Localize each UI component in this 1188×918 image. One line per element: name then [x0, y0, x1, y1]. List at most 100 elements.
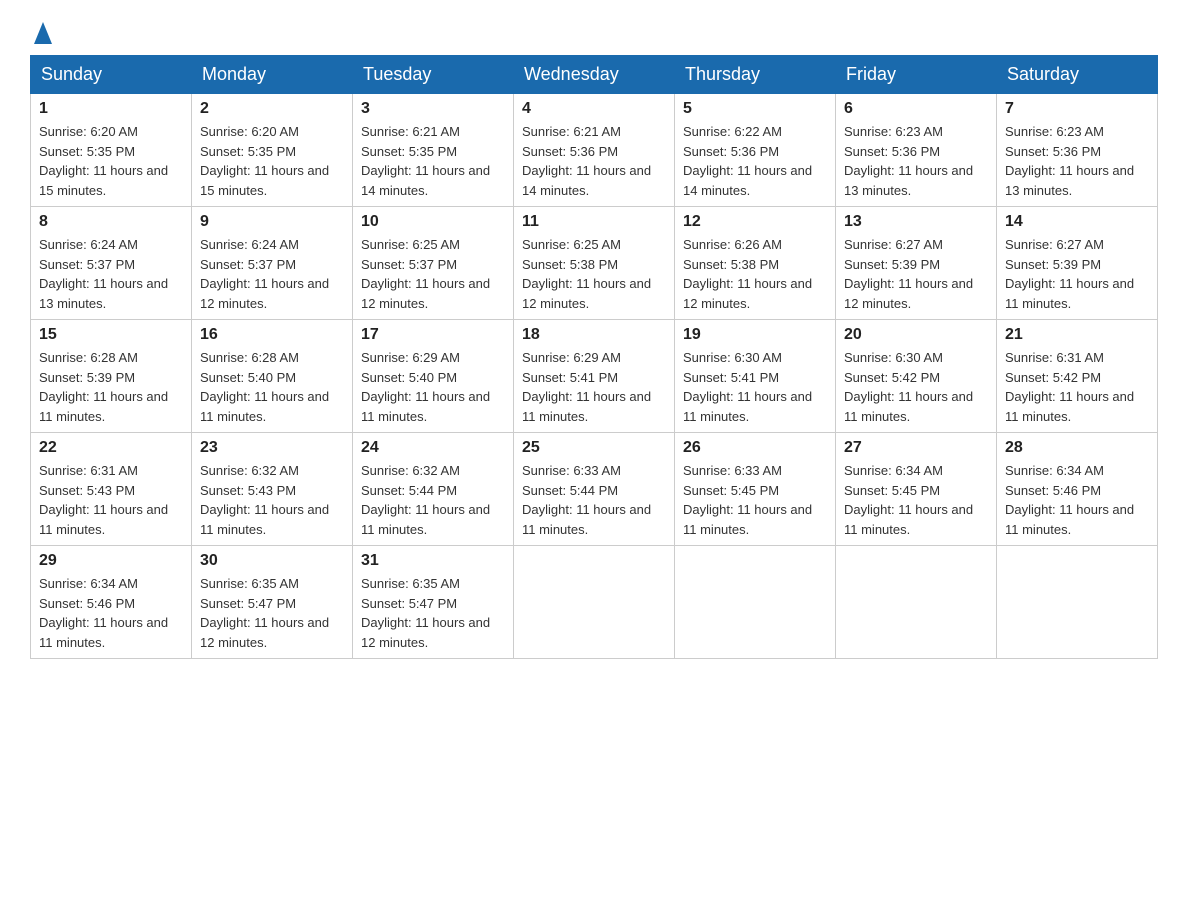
sunset-label: Sunset: — [200, 144, 244, 159]
daylight-label: Daylight: — [200, 276, 251, 291]
sunset-label: Sunset: — [683, 483, 727, 498]
sunrise-label: Sunrise: — [39, 350, 87, 365]
day-number: 26 — [683, 439, 827, 457]
column-header-sunday: Sunday — [31, 56, 192, 94]
day-info: Sunrise: 6:24 AM Sunset: 5:37 PM Dayligh… — [39, 235, 183, 313]
sunrise-label: Sunrise: — [683, 350, 731, 365]
day-number: 2 — [200, 100, 344, 118]
sunset-label: Sunset: — [683, 257, 727, 272]
day-info: Sunrise: 6:29 AM Sunset: 5:41 PM Dayligh… — [522, 348, 666, 426]
sunset-label: Sunset: — [200, 483, 244, 498]
sunrise-label: Sunrise: — [844, 124, 892, 139]
column-header-thursday: Thursday — [675, 56, 836, 94]
daylight-label: Daylight: — [1005, 163, 1056, 178]
day-number: 24 — [361, 439, 505, 457]
daylight-label: Daylight: — [361, 502, 412, 517]
sunrise-label: Sunrise: — [361, 237, 409, 252]
sunrise-label: Sunrise: — [39, 576, 87, 591]
calendar-cell: 27 Sunrise: 6:34 AM Sunset: 5:45 PM Dayl… — [836, 433, 997, 546]
day-number: 15 — [39, 326, 183, 344]
week-row-5: 29 Sunrise: 6:34 AM Sunset: 5:46 PM Dayl… — [31, 546, 1158, 659]
day-info: Sunrise: 6:21 AM Sunset: 5:36 PM Dayligh… — [522, 122, 666, 200]
calendar-cell: 21 Sunrise: 6:31 AM Sunset: 5:42 PM Dayl… — [997, 320, 1158, 433]
calendar-cell: 1 Sunrise: 6:20 AM Sunset: 5:35 PM Dayli… — [31, 94, 192, 207]
sunset-label: Sunset: — [522, 144, 566, 159]
day-number: 13 — [844, 213, 988, 231]
sunrise-label: Sunrise: — [683, 124, 731, 139]
sunrise-label: Sunrise: — [39, 237, 87, 252]
daylight-label: Daylight: — [683, 502, 734, 517]
daylight-label: Daylight: — [39, 389, 90, 404]
sunset-label: Sunset: — [200, 257, 244, 272]
calendar-cell: 23 Sunrise: 6:32 AM Sunset: 5:43 PM Dayl… — [192, 433, 353, 546]
day-number: 16 — [200, 326, 344, 344]
sunset-label: Sunset: — [1005, 257, 1049, 272]
sunset-label: Sunset: — [522, 370, 566, 385]
day-info: Sunrise: 6:32 AM Sunset: 5:43 PM Dayligh… — [200, 461, 344, 539]
sunrise-label: Sunrise: — [39, 124, 87, 139]
daylight-label: Daylight: — [200, 163, 251, 178]
calendar-cell: 2 Sunrise: 6:20 AM Sunset: 5:35 PM Dayli… — [192, 94, 353, 207]
daylight-label: Daylight: — [522, 276, 573, 291]
day-number: 17 — [361, 326, 505, 344]
day-info: Sunrise: 6:35 AM Sunset: 5:47 PM Dayligh… — [361, 574, 505, 652]
calendar-cell: 20 Sunrise: 6:30 AM Sunset: 5:42 PM Dayl… — [836, 320, 997, 433]
daylight-label: Daylight: — [522, 389, 573, 404]
day-number: 7 — [1005, 100, 1149, 118]
sunrise-label: Sunrise: — [522, 350, 570, 365]
day-info: Sunrise: 6:23 AM Sunset: 5:36 PM Dayligh… — [844, 122, 988, 200]
sunrise-label: Sunrise: — [844, 463, 892, 478]
column-header-tuesday: Tuesday — [353, 56, 514, 94]
day-number: 4 — [522, 100, 666, 118]
sunset-label: Sunset: — [361, 144, 405, 159]
day-number: 28 — [1005, 439, 1149, 457]
calendar-cell: 8 Sunrise: 6:24 AM Sunset: 5:37 PM Dayli… — [31, 207, 192, 320]
sunset-label: Sunset: — [683, 144, 727, 159]
day-info: Sunrise: 6:33 AM Sunset: 5:44 PM Dayligh… — [522, 461, 666, 539]
day-number: 3 — [361, 100, 505, 118]
day-info: Sunrise: 6:27 AM Sunset: 5:39 PM Dayligh… — [1005, 235, 1149, 313]
logo-triangle-icon — [34, 22, 52, 49]
daylight-label: Daylight: — [844, 389, 895, 404]
sunset-label: Sunset: — [361, 483, 405, 498]
daylight-label: Daylight: — [683, 276, 734, 291]
daylight-label: Daylight: — [683, 389, 734, 404]
day-info: Sunrise: 6:34 AM Sunset: 5:45 PM Dayligh… — [844, 461, 988, 539]
calendar-cell: 26 Sunrise: 6:33 AM Sunset: 5:45 PM Dayl… — [675, 433, 836, 546]
calendar-cell: 6 Sunrise: 6:23 AM Sunset: 5:36 PM Dayli… — [836, 94, 997, 207]
calendar-table: SundayMondayTuesdayWednesdayThursdayFrid… — [30, 55, 1158, 659]
column-header-friday: Friday — [836, 56, 997, 94]
daylight-label: Daylight: — [361, 389, 412, 404]
daylight-label: Daylight: — [39, 615, 90, 630]
day-info: Sunrise: 6:22 AM Sunset: 5:36 PM Dayligh… — [683, 122, 827, 200]
day-info: Sunrise: 6:25 AM Sunset: 5:38 PM Dayligh… — [522, 235, 666, 313]
daylight-label: Daylight: — [1005, 276, 1056, 291]
daylight-label: Daylight: — [39, 502, 90, 517]
sunrise-label: Sunrise: — [683, 463, 731, 478]
calendar-cell: 28 Sunrise: 6:34 AM Sunset: 5:46 PM Dayl… — [997, 433, 1158, 546]
calendar-cell: 14 Sunrise: 6:27 AM Sunset: 5:39 PM Dayl… — [997, 207, 1158, 320]
day-info: Sunrise: 6:34 AM Sunset: 5:46 PM Dayligh… — [1005, 461, 1149, 539]
sunset-label: Sunset: — [522, 257, 566, 272]
sunrise-label: Sunrise: — [844, 350, 892, 365]
day-info: Sunrise: 6:21 AM Sunset: 5:35 PM Dayligh… — [361, 122, 505, 200]
week-row-4: 22 Sunrise: 6:31 AM Sunset: 5:43 PM Dayl… — [31, 433, 1158, 546]
daylight-label: Daylight: — [844, 163, 895, 178]
day-number: 25 — [522, 439, 666, 457]
sunset-label: Sunset: — [361, 370, 405, 385]
day-info: Sunrise: 6:27 AM Sunset: 5:39 PM Dayligh… — [844, 235, 988, 313]
calendar-cell: 7 Sunrise: 6:23 AM Sunset: 5:36 PM Dayli… — [997, 94, 1158, 207]
calendar-header-row: SundayMondayTuesdayWednesdayThursdayFrid… — [31, 56, 1158, 94]
logo — [30, 20, 52, 45]
day-info: Sunrise: 6:24 AM Sunset: 5:37 PM Dayligh… — [200, 235, 344, 313]
day-number: 29 — [39, 552, 183, 570]
sunrise-label: Sunrise: — [844, 237, 892, 252]
column-header-saturday: Saturday — [997, 56, 1158, 94]
calendar-cell: 30 Sunrise: 6:35 AM Sunset: 5:47 PM Dayl… — [192, 546, 353, 659]
day-info: Sunrise: 6:25 AM Sunset: 5:37 PM Dayligh… — [361, 235, 505, 313]
daylight-label: Daylight: — [683, 163, 734, 178]
calendar-cell — [675, 546, 836, 659]
week-row-2: 8 Sunrise: 6:24 AM Sunset: 5:37 PM Dayli… — [31, 207, 1158, 320]
day-number: 11 — [522, 213, 666, 231]
calendar-cell: 3 Sunrise: 6:21 AM Sunset: 5:35 PM Dayli… — [353, 94, 514, 207]
